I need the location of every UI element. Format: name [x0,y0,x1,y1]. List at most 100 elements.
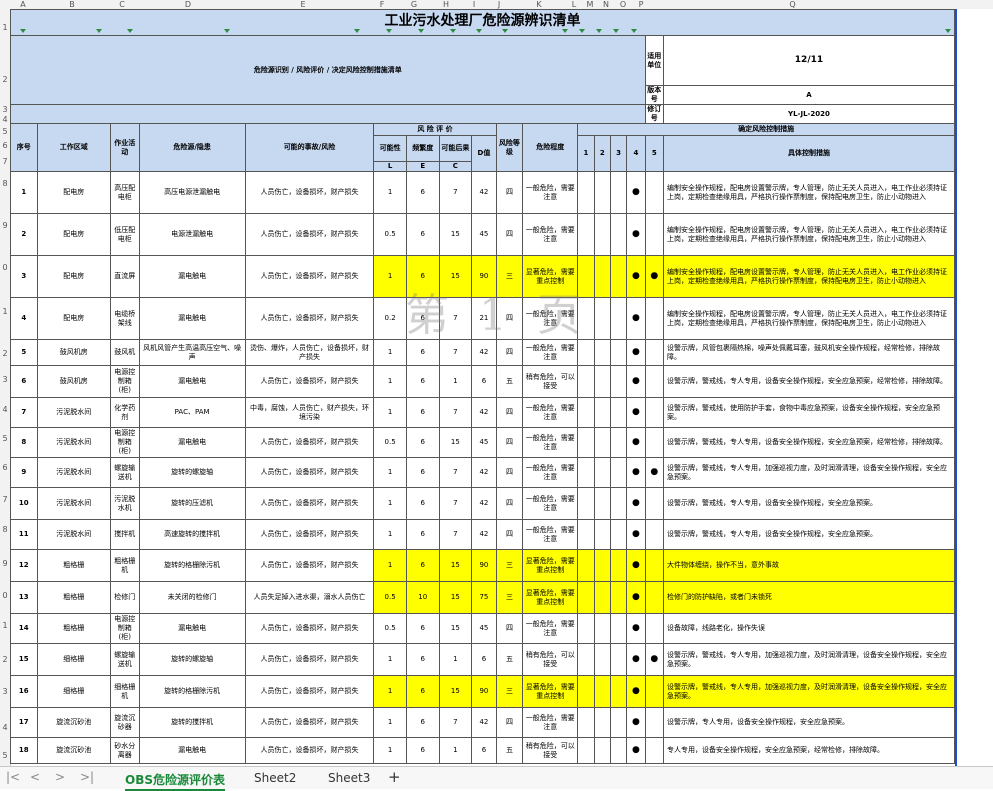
cell-C[interactable]: 7 [438,339,473,366]
cell-grade[interactable]: 四 [495,457,524,488]
cell-area[interactable]: 污泥脱水间 [36,487,112,520]
cell-C[interactable]: 15 [438,549,473,582]
cell-m4[interactable]: ● [626,737,646,764]
cell-seq[interactable]: 13 [10,581,38,614]
cell-area[interactable]: 污泥脱水间 [36,519,112,550]
cell-m1[interactable] [577,339,595,366]
cell-hazard[interactable]: 旋转的压滤机 [138,487,246,520]
filter-icon[interactable] [475,27,484,35]
column-letter[interactable]: G [398,0,430,9]
cell-measures[interactable]: 编制安全操作规程，配电房设置警示牌，专人管理，防止无关人员进入，电工作业必须持证… [662,255,955,298]
cell-m2[interactable] [593,365,611,398]
column-letter[interactable]: L [566,0,582,9]
cell-grade[interactable]: 三 [495,549,524,582]
cell-hazard[interactable]: 高压电源泄漏触电 [138,171,246,214]
row-number[interactable]: 3 [0,687,10,696]
cell-m5[interactable]: ● [644,255,664,298]
subtitle-cell[interactable]: 危险源识别 / 风险评价 / 决定风险控制措施清单 [10,35,646,105]
cell-hazard[interactable]: 旋转的格栅除污机 [138,549,246,582]
cell-accident[interactable]: 人员伤亡，设备损坏，财产损失 [244,255,375,298]
cell-E[interactable]: 6 [405,255,440,298]
table-row[interactable]: 1 配电房 高压配电柜 高压电源泄漏触电 人员伤亡，设备损坏，财产损失 1 6 7 42 四一般危… [10,171,955,214]
cell-m1[interactable] [577,707,595,738]
column-letter[interactable]: D [136,0,240,9]
cell-m5[interactable] [644,171,664,214]
cell-m3[interactable] [609,519,628,550]
cell-area[interactable]: 旋流沉砂池 [36,707,112,738]
cell-m5[interactable]: ● [644,457,664,488]
cell-m4[interactable]: ● [626,171,646,214]
cell-m4[interactable]: ● [626,213,646,256]
cell-m1[interactable] [577,643,595,676]
cell-m3[interactable] [609,487,628,520]
cell-C[interactable]: 7 [438,519,473,550]
cell-L[interactable]: 1 [373,675,407,708]
table-row[interactable]: 15 细格栅 螺旋输送机 旋转的螺旋轴 人员伤亡，设备损坏，财产损失 1 6 1 6 五稍有危险，… [10,643,955,676]
cell-grade[interactable]: 四 [495,427,524,458]
cell-hazard[interactable]: 风机风管产生高温高压空气、噪声 [138,339,246,366]
cell-accident[interactable]: 人员伤亡，设备损坏，财产损失 [244,549,375,582]
cell-m2[interactable] [593,643,611,676]
cell-seq[interactable]: 2 [10,213,38,256]
version-value[interactable]: A [662,85,955,105]
cell-activity[interactable]: 螺旋输送机 [110,643,140,676]
cell-m1[interactable] [577,613,595,644]
col-E[interactable]: 频繁度 [405,135,440,162]
cell-accident[interactable]: 人员伤亡，设备损坏，财产损失 [244,613,375,644]
cell-area[interactable]: 配电房 [36,297,112,340]
cell-E[interactable]: 6 [405,737,440,764]
cell-D[interactable]: 6 [471,643,497,676]
cell-m2[interactable] [593,675,611,708]
cell-m1[interactable] [577,549,595,582]
col-measures[interactable]: 具体控制措施 [662,135,955,172]
cell-accident[interactable]: 人员伤亡，设备损坏，财产损失 [244,213,375,256]
cell-area[interactable]: 细格栅 [36,675,112,708]
cell-level[interactable]: 显著危险，需要重点控制 [522,581,579,614]
row-number[interactable]: 5 [0,751,10,760]
cell-m2[interactable] [593,581,611,614]
column-letter[interactable]: M [582,0,598,9]
cell-level[interactable]: 显著危险，需要重点控制 [522,675,579,708]
col-grade[interactable]: 风险等级 [495,123,524,172]
cell-m2[interactable] [593,549,611,582]
filter-icon[interactable] [19,27,28,35]
cell-m1[interactable] [577,365,595,398]
row-number[interactable]: 9 [0,221,10,230]
cell-C[interactable]: 7 [438,487,473,520]
cell-E[interactable]: 6 [405,613,440,644]
cell-m4[interactable]: ● [626,487,646,520]
filter-icon[interactable] [385,27,394,35]
cell-m1[interactable] [577,737,595,764]
row-number[interactable]: 7 [0,495,10,504]
cell-level[interactable]: 一般危险，需要注意 [522,297,579,340]
cell-level[interactable]: 一般危险，需要注意 [522,427,579,458]
cell-level[interactable]: 一般危险，需要注意 [522,487,579,520]
cell-m5[interactable] [644,613,664,644]
cell-level[interactable]: 一般危险，需要注意 [522,213,579,256]
cell-level[interactable]: 稍有危险，可以接受 [522,643,579,676]
cell-m3[interactable] [609,397,628,428]
cell-L[interactable]: 1 [373,487,407,520]
cell-measures[interactable]: 设备故障，线路老化，操作失误 [662,613,955,644]
cell-E[interactable]: 6 [405,707,440,738]
cell-C[interactable]: 7 [438,707,473,738]
cell-accident[interactable]: 人员失足掉入进水渠，溺水人员伤亡 [244,581,375,614]
cell-L[interactable]: 1 [373,457,407,488]
col-activity[interactable]: 作业活动 [110,123,140,172]
cell-m3[interactable] [609,613,628,644]
cell-measures[interactable]: 设警示牌，专人专用，设备安全操作规程，安全应急预案。 [662,707,955,738]
cell-D[interactable]: 45 [471,613,497,644]
cell-level[interactable]: 显著危险，需要重点控制 [522,549,579,582]
cell-seq[interactable]: 4 [10,297,38,340]
col-hazard[interactable]: 危险源/隐患 [138,123,246,172]
cell-seq[interactable]: 14 [10,613,38,644]
row-number[interactable]: 1 [0,23,10,32]
cell-activity[interactable]: 化学药剂 [110,397,140,428]
cell-level[interactable]: 一般危险，需要注意 [522,519,579,550]
row-number[interactable]: 1 [0,621,10,630]
row-number[interactable]: 7 [0,157,10,166]
cell-accident[interactable]: 人员伤亡，设备损坏，财产损失 [244,707,375,738]
cell-m1[interactable] [577,519,595,550]
cell-C[interactable]: 7 [438,171,473,214]
cell-m2[interactable] [593,339,611,366]
